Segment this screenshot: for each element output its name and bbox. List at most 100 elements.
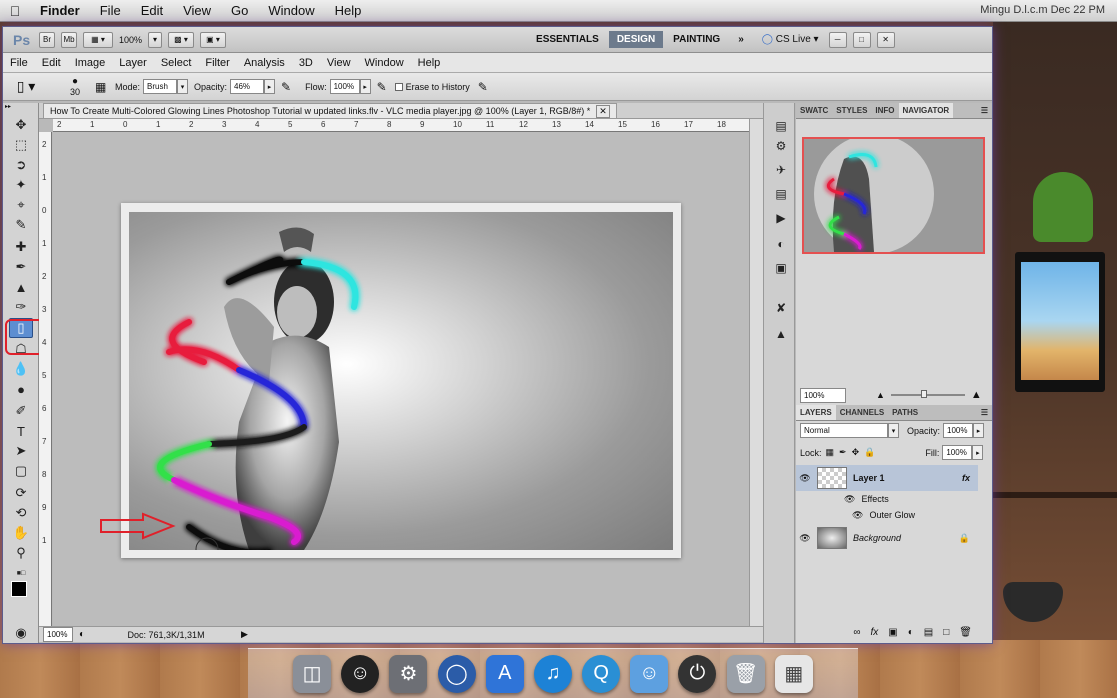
cs-live-button[interactable]: ◯ CS Live ▾ (762, 34, 819, 45)
actions-panel-icon[interactable]: ▶ (770, 209, 792, 227)
adjustments-panel-icon[interactable]: ⚙ (770, 137, 792, 155)
zoom-out-icon[interactable]: ▲ (876, 390, 885, 400)
more-workspaces-icon[interactable]: » (730, 31, 752, 48)
dock-finder-icon[interactable]: ☺ (630, 654, 669, 693)
quick-select-icon[interactable]: ✦ (9, 175, 33, 195)
status-info-icon[interactable]: ◐ (79, 629, 85, 640)
dodge-icon[interactable]: ● (9, 379, 33, 399)
fill-input[interactable]: 100% (942, 445, 973, 460)
ps-menu-3d[interactable]: 3D (292, 57, 320, 69)
new-group-icon[interactable]: ▤ (924, 627, 933, 638)
link-layers-icon[interactable]: ∞ (853, 627, 860, 638)
foreground-color-swatch[interactable] (11, 581, 27, 597)
brush-icon[interactable]: ✒ (9, 257, 33, 277)
ps-menu-filter[interactable]: Filter (198, 57, 236, 69)
menu-window[interactable]: Window (258, 3, 324, 18)
background-visibility-icon[interactable]: 👁 (796, 533, 814, 544)
lock-all-icon[interactable]: 🔒 (864, 447, 875, 458)
blur-icon[interactable]: 💧 (9, 359, 33, 379)
tools-collapse-icon[interactable]: ▸▸ (5, 103, 37, 111)
mode-select[interactable]: Brush (143, 79, 178, 94)
marquee-icon[interactable]: ⬚ (9, 135, 33, 155)
layer-opacity-input[interactable]: 100% (943, 423, 974, 438)
3d-panel-icon[interactable]: ▲ (770, 325, 792, 343)
flow-slider-icon[interactable]: ▸ (359, 79, 371, 94)
layer-opacity-slider-icon[interactable]: ▸ (973, 423, 985, 438)
ps-menu-select[interactable]: Select (154, 57, 199, 69)
navigator-zoom-input[interactable]: 100% (800, 387, 846, 403)
lock-pixels-icon[interactable]: ✒ (839, 447, 847, 458)
lasso-icon[interactable]: ➲ (9, 155, 33, 175)
outer-glow-visibility-icon[interactable]: 👁 (852, 510, 863, 521)
clone-stamp-icon[interactable]: ▲ (9, 277, 33, 297)
blend-mode-dropdown-icon[interactable]: ▾ (888, 423, 899, 438)
tools-preset-icon[interactable]: ✘ (770, 299, 792, 317)
dock-globe-icon[interactable]: ◯ (437, 654, 476, 693)
zoom-dropdown-icon[interactable]: ▾ (148, 31, 163, 48)
minimize-button[interactable]: ─ (828, 31, 847, 48)
vertical-scrollbar[interactable] (749, 119, 763, 626)
add-style-icon[interactable]: fx (871, 627, 879, 638)
shape-icon[interactable]: ▢ (9, 461, 33, 481)
workspace-painting[interactable]: PAINTING (665, 31, 728, 48)
menu-finder[interactable]: Finder (30, 3, 90, 18)
airbrush-icon[interactable]: ✎ (377, 80, 387, 94)
dock-avatar-icon[interactable]: ☺ (341, 654, 380, 693)
tab-navigator[interactable]: NAVIGATOR (898, 103, 954, 118)
dock-harddisk-icon[interactable]: ◫ (293, 654, 332, 693)
ps-menu-layer[interactable]: Layer (112, 57, 154, 69)
adjustment-layer-icon[interactable]: ◐ (908, 627, 914, 638)
opacity-slider-icon[interactable]: ▸ (264, 79, 276, 94)
crop-icon[interactable]: ⌖ (9, 195, 33, 215)
arrange-documents-button[interactable]: ▩ ▾ (168, 31, 195, 48)
brush-panel-toggle-icon[interactable]: ▦ (95, 80, 115, 94)
view-extras-button[interactable]: ▦ ▾ (83, 31, 113, 48)
history-brush-icon[interactable]: ✑ (9, 297, 33, 317)
close-window-button[interactable]: ✕ (876, 31, 895, 48)
3d-rotate-icon[interactable]: ⟳ (9, 483, 33, 503)
layer1-visibility-icon[interactable]: 👁 (796, 473, 814, 484)
masks-panel-icon[interactable]: ◐ (770, 235, 792, 253)
hand-icon[interactable]: ✋ (9, 523, 33, 543)
tab-info[interactable]: INFO (871, 103, 898, 118)
menu-view[interactable]: View (173, 3, 221, 18)
dock-window-icon[interactable]: ▦ (774, 654, 813, 693)
menu-help[interactable]: Help (325, 3, 372, 18)
erase-to-history-checkbox[interactable]: Erase to History (394, 82, 470, 92)
tab-styles[interactable]: STYLES (832, 103, 871, 118)
3d-orbit-icon[interactable]: ⟲ (9, 503, 33, 523)
layer-row-layer1[interactable]: 👁 Layer 1 fx (796, 465, 978, 491)
pressure-opacity-icon[interactable]: ✎ (281, 80, 291, 94)
navigator-thumbnail[interactable] (802, 137, 985, 254)
new-layer-icon[interactable]: □ (943, 627, 949, 638)
document-tab[interactable]: How To Create Multi-Colored Glowing Line… (43, 103, 617, 118)
close-tab-icon[interactable]: ✕ (596, 104, 610, 118)
panel-menu-icon[interactable]: ☰ (977, 103, 992, 118)
zoom-icon[interactable]: ⚲ (9, 543, 33, 563)
pressure-size-icon[interactable]: ✎ (478, 80, 488, 94)
navigator-zoom-slider[interactable] (890, 390, 965, 398)
mode-dropdown-icon[interactable]: ▾ (177, 79, 189, 94)
menu-edit[interactable]: Edit (131, 3, 173, 18)
status-zoom[interactable]: 100% (43, 627, 73, 642)
zoom-slider-thumb[interactable] (920, 390, 927, 398)
color-panel-icon[interactable]: ▣ (770, 259, 792, 277)
fill-slider-icon[interactable]: ▸ (972, 445, 984, 460)
dock-power-icon[interactable]: ⏻ (678, 654, 717, 693)
ps-menu-analysis[interactable]: Analysis (237, 57, 292, 69)
quick-mask-icon[interactable]: ◉ (9, 623, 33, 643)
lock-position-icon[interactable]: ✥ (852, 447, 860, 458)
dock-system-preferences-icon[interactable]: ⚙ (389, 654, 428, 693)
zoom-level[interactable]: 100% (119, 35, 142, 45)
zoom-in-icon[interactable]: ▲ (971, 389, 982, 401)
opacity-input[interactable]: 46% (230, 79, 265, 94)
dock-app-store-icon[interactable]: A (485, 654, 524, 693)
blend-mode-select[interactable]: Normal (800, 423, 888, 438)
delete-layer-icon[interactable]: 🗑 (959, 627, 972, 638)
dock-quicktime-icon[interactable]: Q (582, 654, 621, 693)
apple-icon[interactable]:  (0, 3, 30, 19)
ps-menu-window[interactable]: Window (358, 57, 411, 69)
screen-mode-button[interactable]: ▣ ▾ (200, 31, 227, 48)
ps-menu-edit[interactable]: Edit (35, 57, 68, 69)
eraser-preset-icon[interactable]: ▯ ▾ (3, 78, 49, 95)
